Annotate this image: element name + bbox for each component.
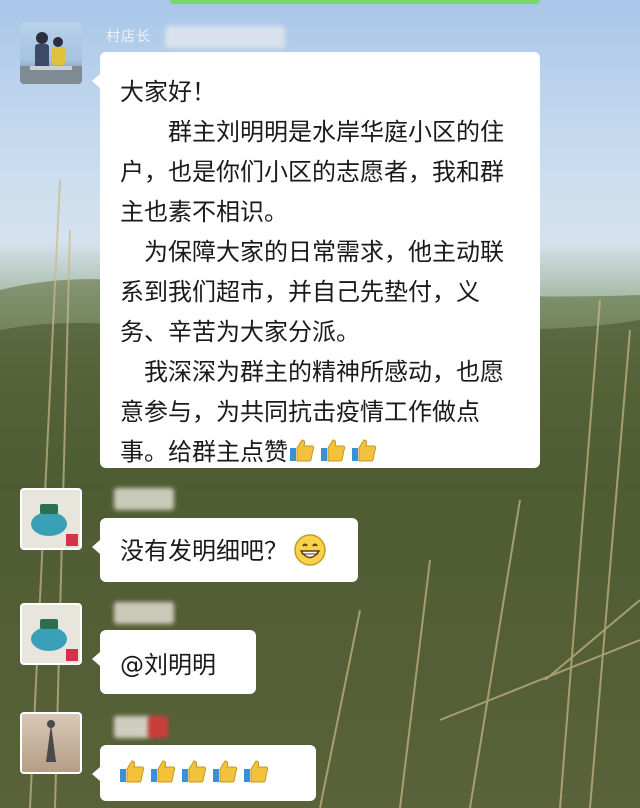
thumbs-up-icon — [211, 759, 242, 787]
message-bubble[interactable]: @刘明明 — [92, 630, 256, 694]
blurred-name — [114, 602, 174, 624]
thumbs-up-icon — [242, 759, 273, 787]
blurred-name — [165, 26, 285, 48]
blurred-name — [148, 716, 168, 738]
avatar[interactable] — [20, 603, 82, 665]
thumbs-up-icon — [149, 759, 180, 787]
grinning-face-icon — [288, 534, 326, 566]
top-highlight-bar — [170, 0, 540, 4]
message-bubble[interactable] — [92, 745, 316, 801]
blurred-name — [114, 488, 174, 510]
cartoon-avatar-icon — [31, 619, 78, 661]
sender-name: 村店长 — [106, 29, 151, 45]
message-bubble[interactable]: 大家好！ 群主刘明明是水岸华庭小区的住户，也是你们小区的志愿者，我和群主也素不相… — [92, 52, 540, 468]
cartoon-avatar-icon — [31, 504, 78, 546]
avatar[interactable] — [20, 712, 82, 774]
message-greeting: 大家好！ — [120, 78, 216, 106]
thumbs-up-icon — [180, 759, 211, 787]
message-paragraph: 我深深为群主的精神所感动，也愿意参与，为共同抗击疫情工作做点事。给群主点赞 — [120, 352, 520, 472]
message-text: @刘明明 — [120, 651, 216, 679]
blurred-name — [114, 716, 150, 738]
message-paragraph: 为保障大家的日常需求，他主动联系到我们超市，并自己先垫付，义务、辛苦为大家分派。 — [120, 238, 504, 346]
message-text: 没有发明细吧？ — [120, 537, 288, 565]
people-silhouette-icon — [20, 32, 82, 84]
message-paragraph: 群主刘明明是水岸华庭小区的住户，也是你们小区的志愿者，我和群主也素不相识。 — [120, 118, 504, 226]
figure-avatar-icon — [46, 720, 56, 762]
thumbs-up-icon — [288, 438, 319, 466]
avatar[interactable] — [20, 22, 82, 84]
thumbs-up-icon — [350, 438, 381, 466]
avatar[interactable] — [20, 488, 82, 550]
message-bubble[interactable]: 没有发明细吧？ — [92, 518, 358, 582]
thumbs-up-icon — [319, 438, 350, 466]
thumbs-up-icon — [118, 759, 149, 787]
